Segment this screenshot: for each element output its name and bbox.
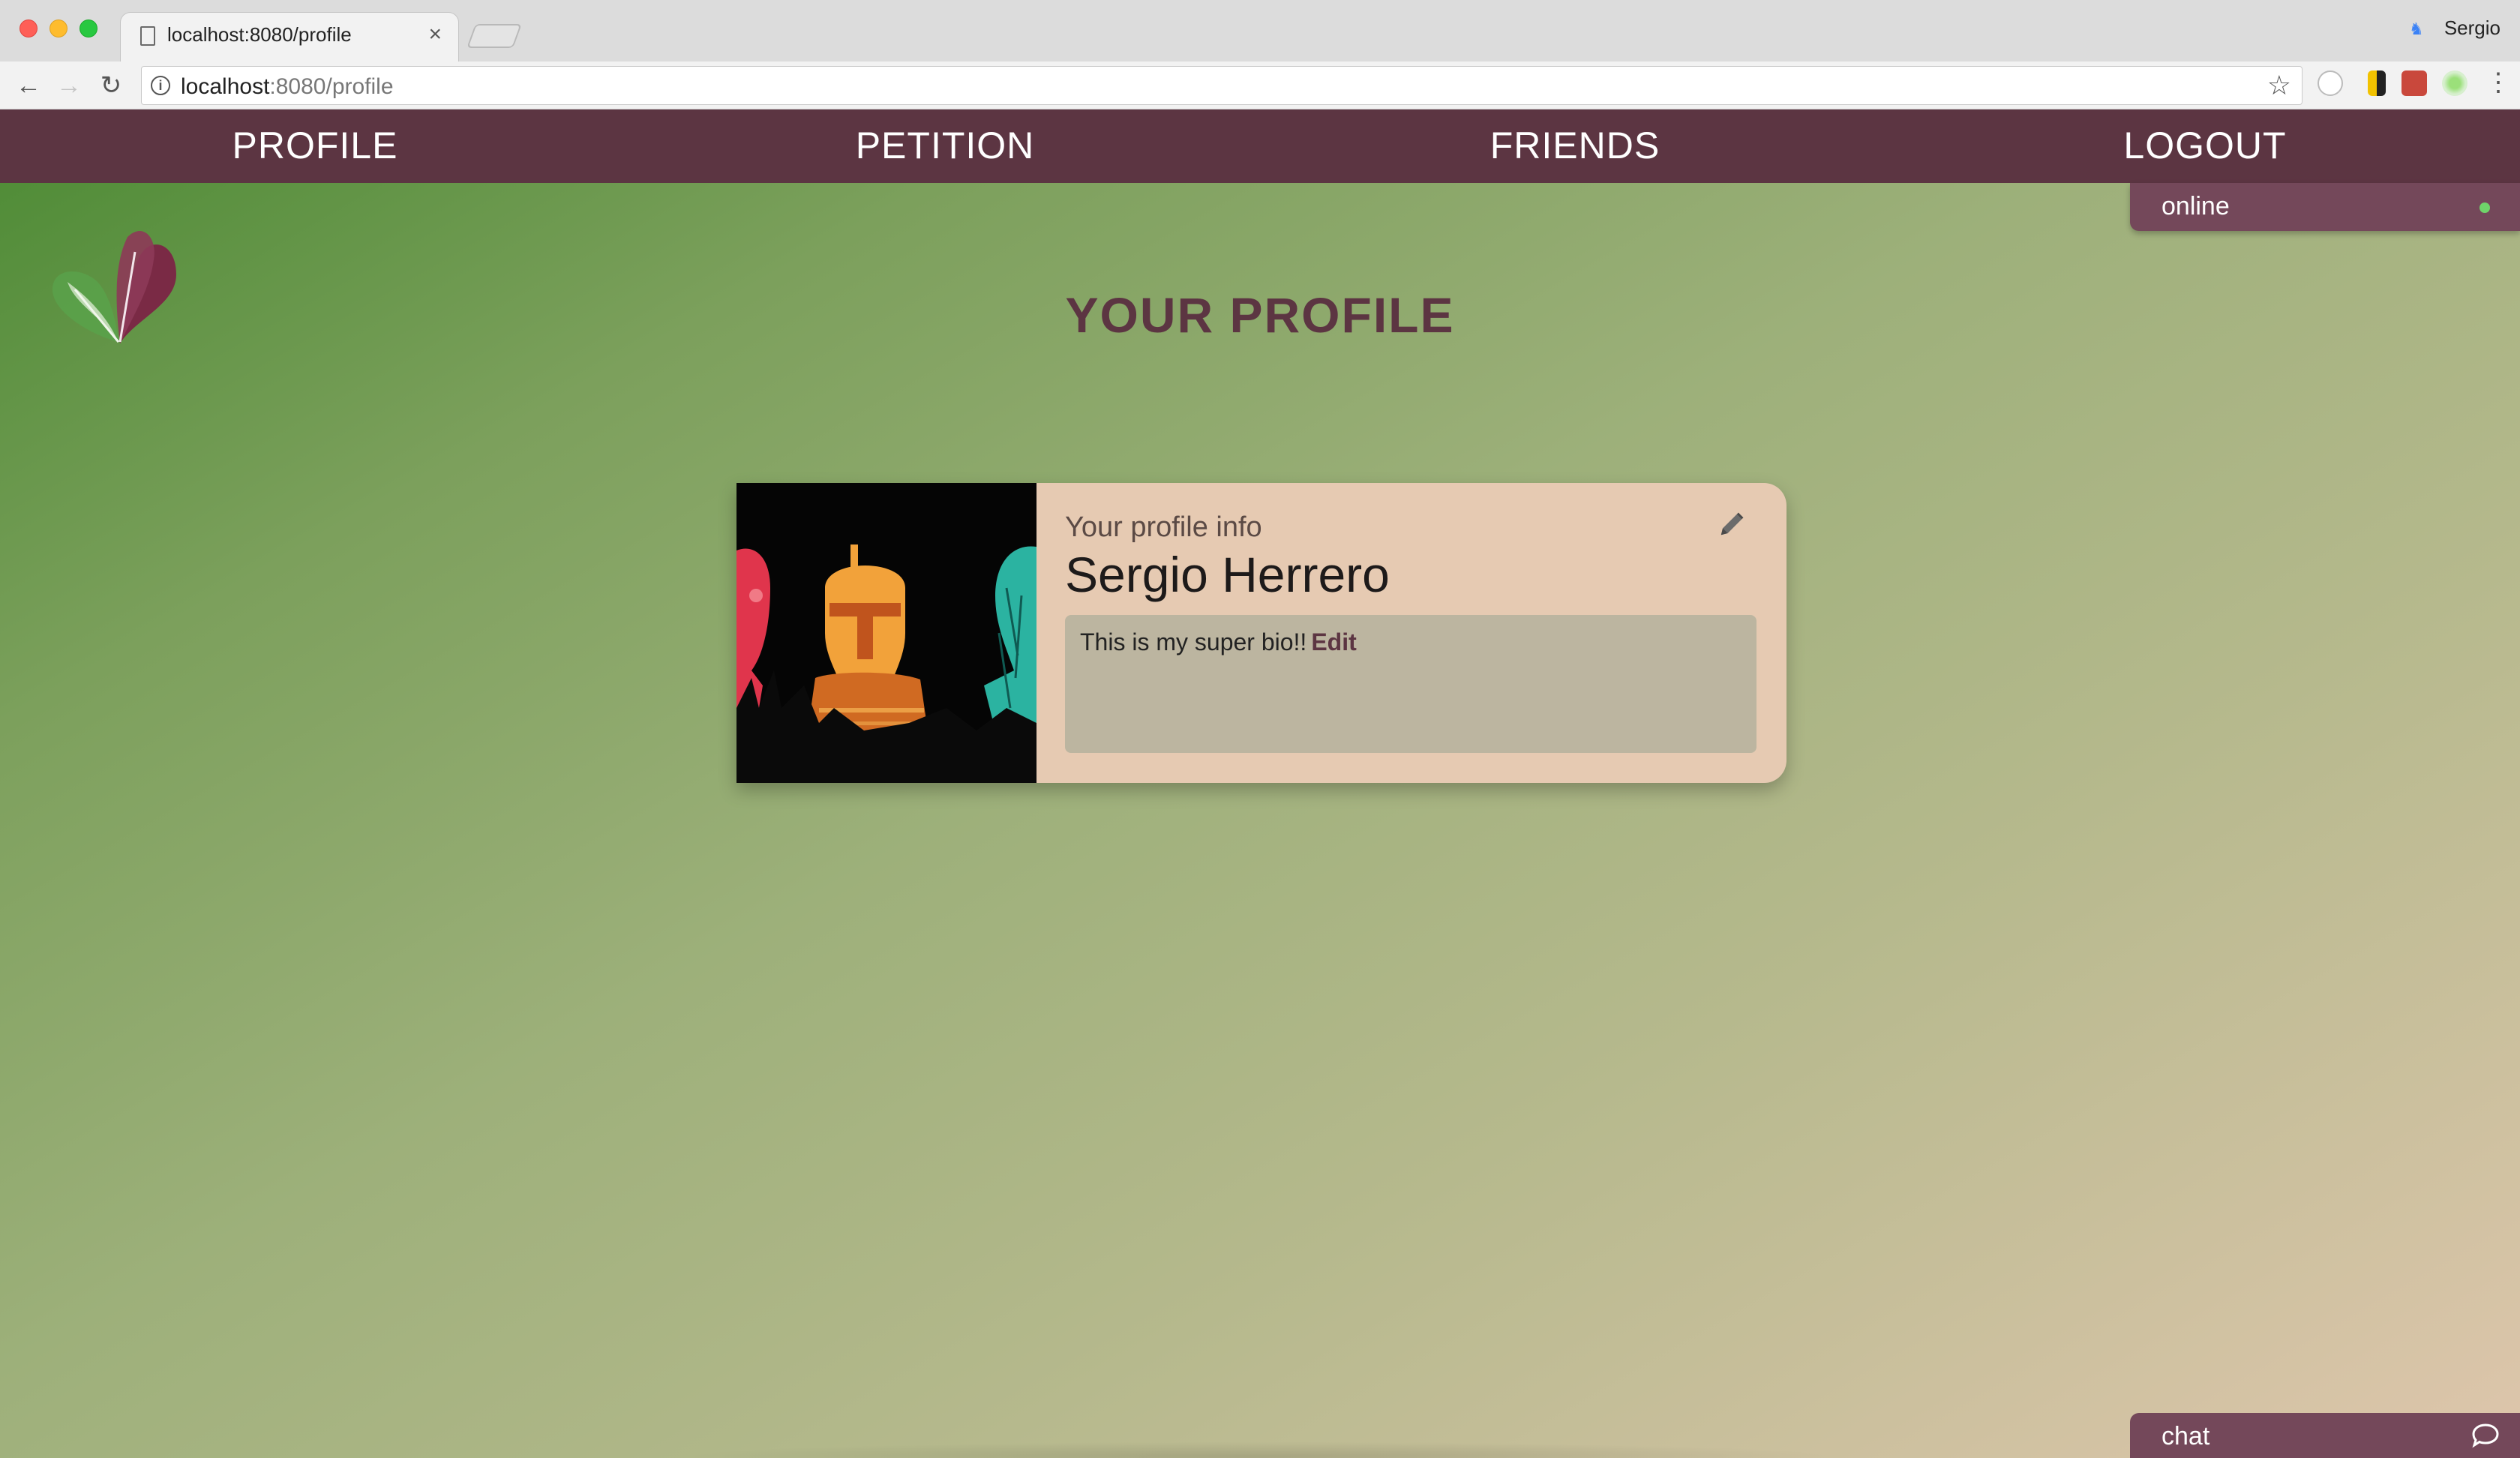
- tab-close-icon[interactable]: ×: [428, 22, 442, 47]
- nav-logout[interactable]: LOGOUT: [1890, 110, 2520, 183]
- profile-picture[interactable]: [736, 483, 1036, 783]
- back-arrow-icon[interactable]: ←: [12, 69, 45, 102]
- main-nav: PROFILE PETITION FRIENDS LOGOUT: [0, 110, 2520, 183]
- nav-petition[interactable]: PETITION: [630, 110, 1260, 183]
- new-tab-button[interactable]: [466, 24, 522, 48]
- window-maximize-button[interactable]: [80, 20, 98, 38]
- edit-bio-link[interactable]: Edit: [1311, 628, 1356, 656]
- page-viewport: PROFILE PETITION FRIENDS LOGOUT YOUR PRO…: [0, 110, 2520, 1458]
- extension-icon[interactable]: [2368, 70, 2386, 96]
- profile-info-heading: Your profile info: [1065, 512, 1262, 543]
- page-title: YOUR PROFILE: [1065, 287, 1455, 343]
- bottom-shadow: [675, 1442, 1845, 1458]
- online-users-panel[interactable]: online: [2130, 183, 2520, 231]
- url-text[interactable]: localhost:8080/profile: [181, 74, 394, 100]
- url-host: localhost: [181, 74, 270, 99]
- extension-icon[interactable]: [2318, 70, 2343, 96]
- bookmark-star-icon[interactable]: ☆: [2267, 70, 2291, 101]
- pencil-icon[interactable]: [1714, 508, 1748, 542]
- chat-panel[interactable]: chat: [2130, 1413, 2520, 1458]
- browser-toolbar: ← → ↻ i localhost:8080/profile ☆: [0, 62, 2520, 110]
- info-icon[interactable]: i: [151, 76, 170, 95]
- profile-name: Sergio Herrero: [1065, 547, 1390, 602]
- forward-arrow-icon[interactable]: →: [52, 69, 86, 102]
- address-bar[interactable]: i localhost:8080/profile ☆: [141, 66, 2302, 105]
- document-icon: [140, 26, 155, 46]
- url-path: :8080/profile: [269, 74, 394, 99]
- bio-text: This is my super bio!!: [1080, 628, 1307, 656]
- online-status-dot: [2480, 202, 2490, 213]
- nav-profile[interactable]: PROFILE: [0, 110, 630, 183]
- chat-label: chat: [2162, 1422, 2210, 1450]
- nav-friends[interactable]: FRIENDS: [1260, 110, 1890, 183]
- window-minimize-button[interactable]: [50, 20, 68, 38]
- tab-title: localhost:8080/profile: [167, 23, 352, 46]
- extension-icon[interactable]: [2402, 70, 2427, 96]
- browser-profile-name[interactable]: Sergio: [2444, 16, 2500, 40]
- window-close-button[interactable]: [20, 20, 38, 38]
- profile-icon[interactable]: ♞: [2409, 21, 2426, 38]
- reload-icon[interactable]: ↻: [94, 69, 128, 102]
- chat-bubble-icon[interactable]: [2470, 1422, 2500, 1449]
- browser-tab[interactable]: localhost:8080/profile ×: [120, 12, 459, 62]
- bio-box: This is my super bio!! Edit: [1065, 615, 1756, 753]
- profile-card: Your profile info Sergio Herrero This is…: [736, 483, 1786, 783]
- browser-menu-icon[interactable]: ⋮: [2486, 68, 2511, 98]
- tab-strip: localhost:8080/profile × ♞ Sergio: [0, 0, 2520, 62]
- extension-icon[interactable]: [2442, 70, 2468, 96]
- browser-chrome: localhost:8080/profile × ♞ Sergio ← → ↻ …: [0, 0, 2520, 110]
- online-label: online: [2162, 192, 2230, 220]
